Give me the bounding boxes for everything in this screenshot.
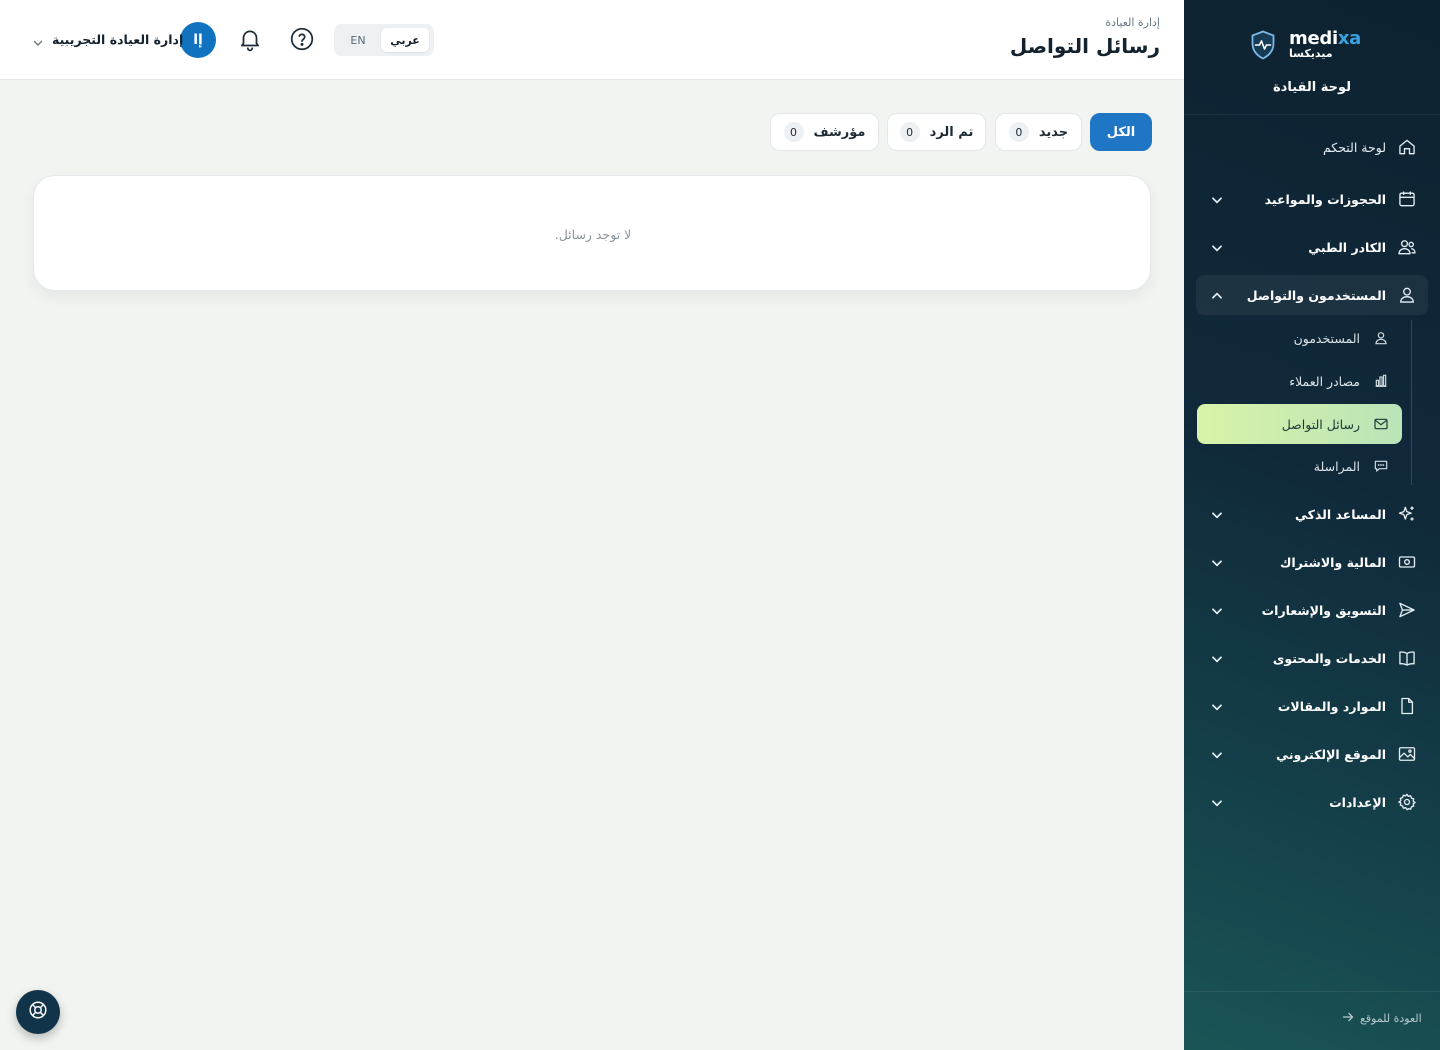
chevron-down-icon [1210,699,1224,713]
count-badge: 0 [783,122,804,142]
sidebar-subitem-users[interactable]: المستخدمون [1197,318,1402,358]
sidebar-item-settings[interactable]: الإعدادات [1196,782,1428,822]
sidebar-item-ai-assistant[interactable]: المساعد الذكي [1196,494,1428,534]
chevron-down-icon [1210,747,1224,761]
sidebar-item-label: المالية والاشتراك [1279,554,1386,570]
back-to-site-link[interactable]: العودة للموقع [1342,1011,1422,1026]
chevron-down-icon [1210,795,1224,809]
sidebar-item-label: الكادر الطبي [1308,239,1386,255]
chevron-down-icon [1210,555,1224,569]
chat-icon [1372,457,1390,475]
messages-card: لا توجد رسائل. [33,175,1151,291]
calendar-icon [1396,188,1418,210]
sidebar-subitem-label: المراسلة [1313,458,1360,474]
filter-tab-replied[interactable]: تم الرد 0 [887,113,986,151]
count-badge: 0 [1008,122,1029,142]
chevron-down-icon[interactable] [32,34,44,46]
filter-tab-label: الكل [1106,124,1136,140]
user-icon [1396,284,1418,306]
sidebar-item-label: الإعدادات [1329,794,1386,810]
sidebar-item-users-communication[interactable]: المستخدمون والتواصل [1196,275,1428,315]
chevron-down-icon [1210,507,1224,521]
gear-icon [1396,791,1418,813]
brand-name-arabic: ميديكسا [1289,47,1333,60]
filter-tab-new[interactable]: جديد 0 [995,113,1082,151]
filter-tab-label: مؤرشف [813,124,866,140]
sidebar-item-medical-staff[interactable]: الكادر الطبي [1196,227,1428,267]
help-widget-button[interactable] [16,990,60,1034]
lang-arabic-button[interactable]: عربي [381,28,429,52]
chevron-down-icon [1210,240,1224,254]
sidebar-subitem-contact-messages[interactable]: رسائل التواصل [1197,404,1402,444]
book-icon [1396,647,1418,669]
sidebar-item-marketing[interactable]: التسويق والإشعارات [1196,590,1428,630]
brand-name: medixa [1289,28,1361,49]
lang-english-button[interactable]: EN [340,28,376,52]
sidebar-item-label: الموارد والمقالات [1277,698,1386,714]
back-link-label: العودة للموقع [1360,1012,1422,1025]
filter-tab-archived[interactable]: مؤرشف 0 [770,113,879,151]
sidebar-item-label: المستخدمون والتواصل [1246,287,1386,303]
sidebar-subitem-label: المستخدمون [1293,330,1360,346]
sidebar-subitem-messaging[interactable]: المراسلة [1197,446,1402,486]
chevron-down-icon [1210,651,1224,665]
bar-chart-icon [1372,372,1390,390]
chevron-up-icon [1210,288,1224,302]
users-icon [1396,236,1418,258]
mail-icon [1372,415,1390,433]
sidebar-item-label: الخدمات والمحتوى [1272,650,1386,666]
sidebar-item-label: المساعد الذكي [1295,506,1386,522]
sidebar-subitem-customer-sources[interactable]: مصادر العملاء [1197,361,1402,401]
chevron-down-icon [1210,192,1224,206]
sidebar-item-services-content[interactable]: الخدمات والمحتوى [1196,638,1428,678]
breadcrumb[interactable]: إدارة العيادة [1105,16,1160,29]
user-name[interactable]: إدارة العيادة التجريبية [52,32,183,47]
sidebar-subitem-label: مصادر العملاء [1289,373,1360,389]
sidebar-item-dashboard[interactable]: لوحة التحكم [1196,127,1428,167]
sparkles-icon [1396,503,1418,525]
filter-tab-label: جديد [1038,124,1069,140]
submenu-rail [1411,320,1412,485]
bell-icon[interactable] [237,26,263,52]
lifebuoy-icon [27,999,49,1025]
sidebar: medixa ميديكسا لوحة القيادة لوحة التحكم … [1184,0,1440,1050]
sidebar-item-label: الحجوزات والمواعيد [1264,191,1386,207]
top-header: إدارة العيادة رسائل التواصل عربي EN إا إ… [0,0,1184,80]
filter-tab-all[interactable]: الكل [1090,113,1152,151]
brand-logo[interactable]: medixa ميديكسا [1184,28,1440,64]
sidebar-title: لوحة القيادة [1272,80,1352,95]
arrow-right-icon [1342,1011,1354,1026]
money-icon [1396,551,1418,573]
page-title: رسائل التواصل [1009,34,1160,58]
language-toggle: عربي EN [334,24,434,56]
chevron-down-icon [1210,603,1224,617]
image-icon [1396,743,1418,765]
sidebar-item-resources-articles[interactable]: الموارد والمقالات [1196,686,1428,726]
help-icon[interactable] [289,26,315,52]
sidebar-item-label: لوحة التحكم [1322,139,1386,155]
empty-state-message: لا توجد رسائل. [554,227,632,242]
sidebar-subitem-label: رسائل التواصل [1281,416,1360,432]
sidebar-item-bookings[interactable]: الحجوزات والمواعيد [1196,179,1428,219]
shield-pulse-icon [1250,30,1276,60]
sidebar-item-label: التسويق والإشعارات [1261,602,1386,618]
home-icon [1396,136,1418,158]
sidebar-item-website[interactable]: الموقع الإلكتروني [1196,734,1428,774]
avatar[interactable]: إا [180,22,216,58]
user-icon [1372,329,1390,347]
divider [1184,991,1440,992]
sidebar-item-finance[interactable]: المالية والاشتراك [1196,542,1428,582]
count-badge: 0 [899,122,920,142]
file-icon [1396,695,1418,717]
divider [1184,114,1440,115]
send-icon [1396,599,1418,621]
sidebar-item-label: الموقع الإلكتروني [1276,746,1386,762]
filter-tab-label: تم الرد [929,124,974,140]
